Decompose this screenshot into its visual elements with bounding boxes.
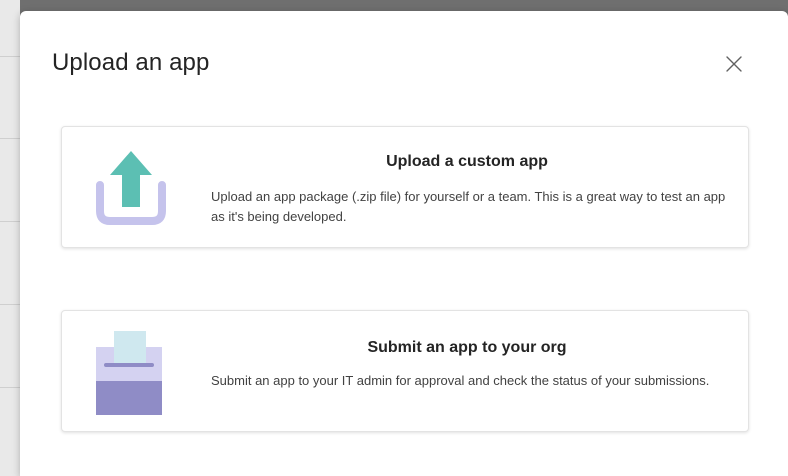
background-app-strip	[0, 0, 20, 476]
submit-box-icon	[92, 329, 168, 415]
background-divider	[0, 387, 20, 388]
close-icon	[726, 56, 742, 72]
option-description: Upload an app package (.zip file) for yo…	[211, 189, 726, 224]
option-title: Upload a custom app	[386, 153, 548, 170]
upload-custom-app-card[interactable]: Upload a custom app Upload an app packag…	[61, 126, 749, 248]
background-divider	[0, 304, 20, 305]
option-title: Submit an app to your org	[367, 339, 567, 356]
upload-app-dialog: Upload an app Upload a custom app Upload…	[20, 11, 788, 476]
dialog-title: Upload an app	[52, 49, 210, 76]
close-button[interactable]	[722, 52, 746, 76]
submit-app-to-org-card[interactable]: Submit an app to your org Submit an app …	[61, 310, 749, 432]
background-divider	[0, 138, 20, 139]
background-divider	[0, 56, 20, 57]
background-divider	[0, 221, 20, 222]
upload-arrow-icon	[92, 149, 168, 225]
option-description: Submit an app to your IT admin for appro…	[211, 373, 710, 388]
